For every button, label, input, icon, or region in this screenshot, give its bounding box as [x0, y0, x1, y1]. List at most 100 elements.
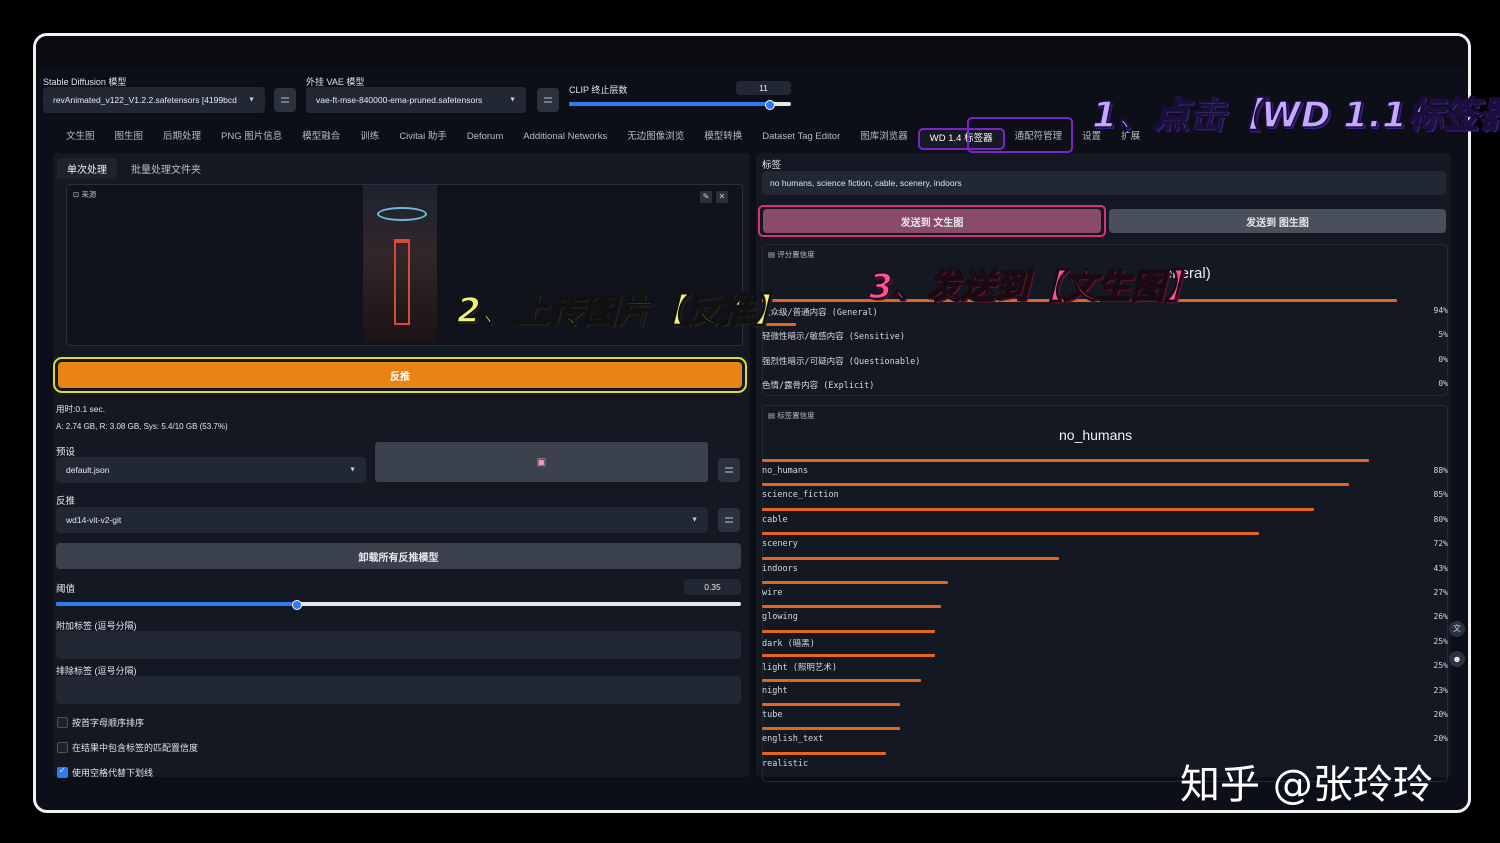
clip-skip-value-box[interactable]: 11 — [736, 81, 791, 95]
interrogate-button[interactable]: 反推 — [53, 357, 747, 393]
additional-tags-input[interactable] — [56, 631, 741, 659]
tag-bar — [762, 678, 921, 682]
refresh-interrogator-button[interactable] — [718, 508, 740, 532]
translate-icon[interactable]: 文 — [1449, 621, 1465, 637]
rating-label: 强烈性暗示/可疑内容 (Questionable) — [762, 356, 921, 367]
include-confidence-checkbox[interactable] — [57, 742, 68, 753]
threshold-value: 0.35 — [704, 582, 721, 592]
source-label-wrap: ⊡ 来源 — [73, 189, 96, 200]
tag-bar — [762, 703, 900, 706]
tag-percent: 25% — [1433, 661, 1448, 671]
rating-label: 色情/露骨内容 (Explicit) — [762, 380, 875, 391]
save-preset-button[interactable]: ▣ — [375, 442, 708, 482]
watermark: 知乎 @张玲玲 — [1180, 762, 1433, 808]
rating-percent: 5% — [1438, 330, 1448, 340]
tag-label: cable — [762, 514, 788, 525]
image-glow-ring — [377, 207, 427, 221]
replace-underscore-checkbox[interactable]: ✓ — [57, 766, 68, 778]
sd-model-select[interactable]: revAnimated_v122_V1.2.2.safetensors [419… — [43, 87, 265, 113]
threshold-value-box[interactable]: 0.35 — [684, 579, 741, 595]
close-icon[interactable]: ✕ — [716, 191, 728, 203]
bar-chart-icon: ▤ — [768, 411, 776, 420]
chevron-down-icon: ▼ — [248, 96, 255, 104]
rating-percent: 0% — [1438, 378, 1448, 388]
tag-percent: 26% — [1433, 612, 1448, 622]
send-to-img2img-button[interactable]: 发送到 图生图 — [1109, 209, 1446, 233]
tag-percent: 88% — [1433, 466, 1448, 475]
vae-value: vae-ft-mse-840000-ema-pruned.safetensors — [316, 95, 483, 105]
rating-label: 评分置信度 — [777, 250, 815, 259]
time-text: 用时:0.1 sec. — [56, 404, 106, 414]
tag-percent: 85% — [1433, 490, 1448, 500]
tab-8[interactable]: Additional Networks — [513, 128, 617, 146]
rating-label: 轻微性暗示/敏感内容 (Sensitive) — [762, 332, 906, 343]
tab-2[interactable]: 后期处理 — [153, 128, 211, 146]
tab-batch[interactable]: 批量处理文件夹 — [131, 161, 201, 176]
clip-skip-slider-fill — [569, 102, 769, 106]
tab-7[interactable]: Deforum — [457, 128, 513, 146]
tag-percent: 25% — [1433, 636, 1448, 646]
sort-alpha-checkbox[interactable] — [57, 717, 68, 728]
tab-5[interactable]: 训练 — [350, 128, 389, 146]
tab-single[interactable]: 单次处理 — [57, 158, 117, 179]
browser-top-strip — [36, 36, 1468, 66]
interrogator-select[interactable]: wd14-vit-v2-git ▼ — [56, 507, 708, 533]
tag-conf-label-wrap: ▤ 标签置信度 — [768, 410, 815, 421]
refresh-preset-button[interactable] — [718, 458, 740, 482]
tab-11[interactable]: Dataset Tag Editor — [752, 128, 850, 146]
image-icon: ⊡ — [73, 190, 80, 199]
tag-conf-label: 标签置信度 — [777, 411, 815, 420]
refresh-models-button[interactable] — [274, 88, 296, 112]
clip-skip-slider-handle[interactable] — [764, 100, 775, 110]
preset-select[interactable]: default.json ▼ — [56, 457, 366, 483]
unload-models-button[interactable]: 卸载所有反推模型 — [56, 543, 741, 569]
tab-10[interactable]: 模型转换 — [694, 128, 752, 146]
threshold-label: 阈值 — [56, 584, 76, 595]
assistant-icon[interactable]: ☻ — [1449, 651, 1465, 667]
interrogator-value: wd14-vit-v2-git — [66, 515, 122, 525]
tab-1[interactable]: 图生图 — [105, 128, 154, 146]
tag-label: science_fiction — [762, 490, 839, 501]
step3-annotation: 3、发送到【文生图】 — [868, 266, 1199, 308]
bar-chart-icon: ▤ — [768, 250, 776, 259]
chevron-down-icon: ▼ — [349, 466, 356, 474]
rating-label-wrap: ▤ 评分置信度 — [768, 249, 815, 260]
tag-bar — [762, 629, 935, 633]
edit-icon[interactable]: ✎ — [700, 191, 712, 203]
tab-6[interactable]: Civitai 助手 — [389, 128, 457, 146]
tag-bar — [762, 556, 1059, 560]
clip-skip-value: 11 — [759, 83, 768, 93]
tag-label: no_humans — [762, 466, 809, 476]
top-tag-title: no_humans — [1059, 427, 1133, 443]
tags-output[interactable]: no humans, science fiction, cable, scene… — [762, 171, 1446, 195]
tag-percent: 80% — [1433, 514, 1448, 524]
interrogator-label: 反推 — [56, 496, 76, 507]
tag-percent: 20% — [1433, 734, 1448, 744]
sort-alpha-label: 按首字母顺序排序 — [72, 718, 145, 728]
tag-percent: 72% — [1433, 539, 1448, 549]
include-confidence-label: 在结果中包含标签的匹配置信度 — [72, 743, 199, 753]
tag-label: indoors — [762, 563, 798, 574]
refresh-icon — [725, 517, 733, 523]
tab-0[interactable]: 文生图 — [56, 128, 105, 146]
memory-text: A: 2.74 GB, R: 3.08 GB, Sys: 5.4/10 GB (… — [56, 422, 228, 431]
tags-output-text: no humans, science fiction, cable, scene… — [770, 178, 962, 188]
threshold-slider-handle[interactable] — [291, 600, 302, 610]
tag-bar — [762, 507, 1314, 511]
tab-12[interactable]: 图库浏览器 — [850, 128, 918, 146]
tag-percent: 43% — [1433, 563, 1448, 573]
tag-bar — [762, 654, 935, 658]
tab-9[interactable]: 无边图像浏览 — [617, 128, 694, 146]
tab-3[interactable]: PNG 图片信息 — [211, 128, 292, 146]
tag-bar — [762, 483, 1349, 487]
tag-percent: 20% — [1433, 710, 1448, 719]
clip-skip-label: CLIP 终止层数 — [569, 85, 628, 95]
exclude-tags-input[interactable] — [56, 676, 741, 704]
send-to-txt2img-button[interactable]: 发送到 文生图 — [763, 209, 1101, 233]
replace-underscore-label: 使用空格代替下划线 — [72, 768, 154, 778]
tab-4[interactable]: 模型融合 — [292, 128, 350, 146]
tag-label: wire — [762, 588, 783, 598]
vae-select[interactable]: vae-ft-mse-840000-ema-pruned.safetensors… — [306, 87, 526, 113]
refresh-vae-button[interactable] — [537, 88, 559, 112]
tag-bar — [762, 727, 900, 731]
